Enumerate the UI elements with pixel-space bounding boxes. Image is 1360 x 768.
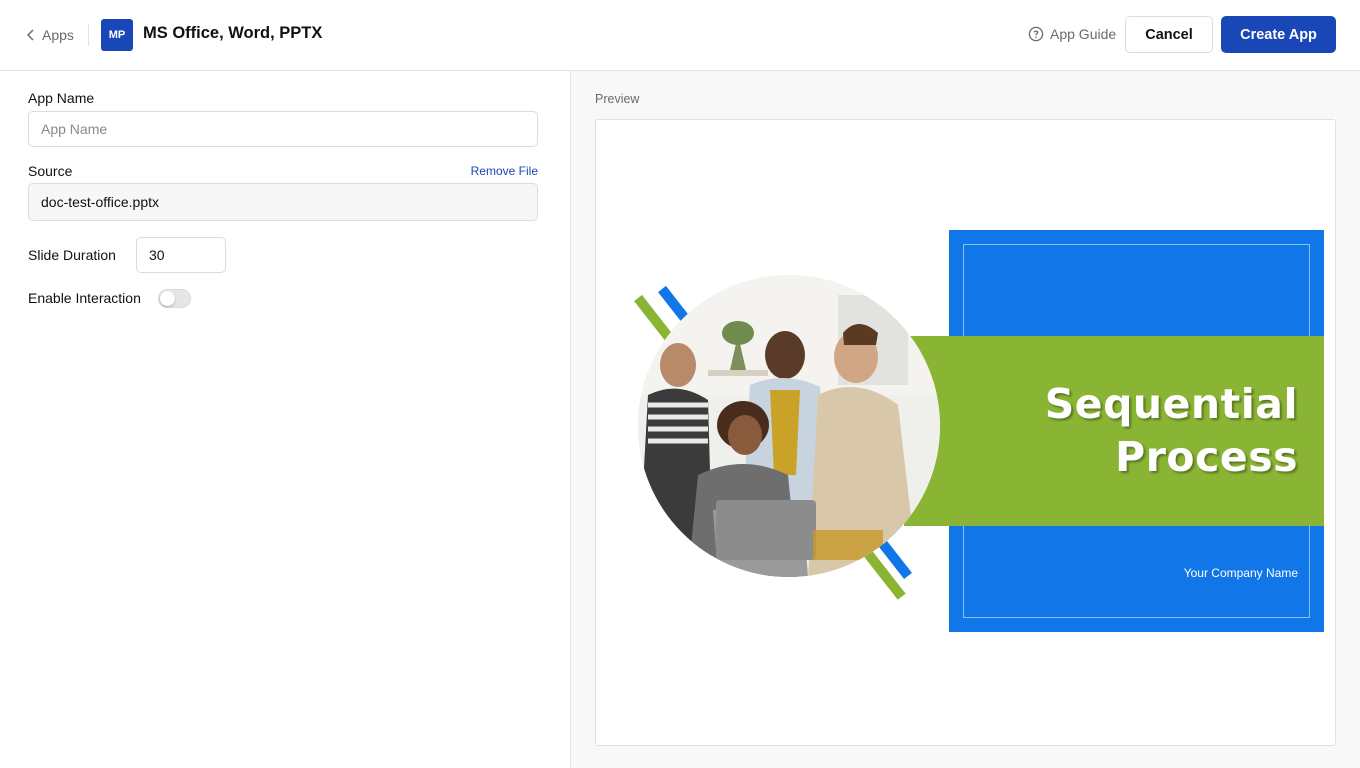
app-guide-link[interactable]: App Guide [1028,26,1116,42]
page-title: MS Office, Word, PPTX [143,24,323,42]
team-photo-image [638,275,940,577]
slide-duration-label: Slide Duration [28,247,116,263]
slide-company-name: Your Company Name [1183,566,1298,580]
remove-file-link[interactable]: Remove File [471,164,538,178]
top-bar: Apps MP MS Office, Word, PPTX App Guide … [0,0,1360,71]
slide-title: Sequential Process [1045,378,1298,484]
app-name-input[interactable]: App Name [28,111,538,147]
source-field[interactable]: doc-test-office.pptx [28,183,538,221]
chevron-left-icon [26,29,34,41]
cancel-button[interactable]: Cancel [1125,16,1213,53]
header-divider [88,24,89,46]
preview-label: Preview [595,92,640,106]
enable-interaction-toggle[interactable] [158,289,191,308]
toggle-knob [160,291,175,306]
create-app-button[interactable]: Create App [1221,16,1336,53]
preview-panel: Preview Sequential Process Your Company … [571,71,1360,768]
app-name-label: App Name [28,90,95,106]
back-label: Apps [42,27,74,43]
preview-frame: Sequential Process Your Company Name [595,119,1336,746]
slide-preview: Sequential Process Your Company Name [604,230,1324,634]
slide-title-line-1: Sequential [1044,380,1298,428]
form-panel: App Name App Name Source Remove File doc… [0,71,570,768]
app-guide-label: App Guide [1050,26,1117,42]
app-avatar: MP [101,19,133,51]
slide-duration-input[interactable]: 30 [136,237,226,273]
enable-interaction-label: Enable Interaction [28,290,141,306]
slide-title-line-2: Process [1115,433,1298,481]
help-circle-icon [1028,26,1044,42]
source-label: Source [28,163,73,179]
back-to-apps-link[interactable]: Apps [26,24,74,46]
